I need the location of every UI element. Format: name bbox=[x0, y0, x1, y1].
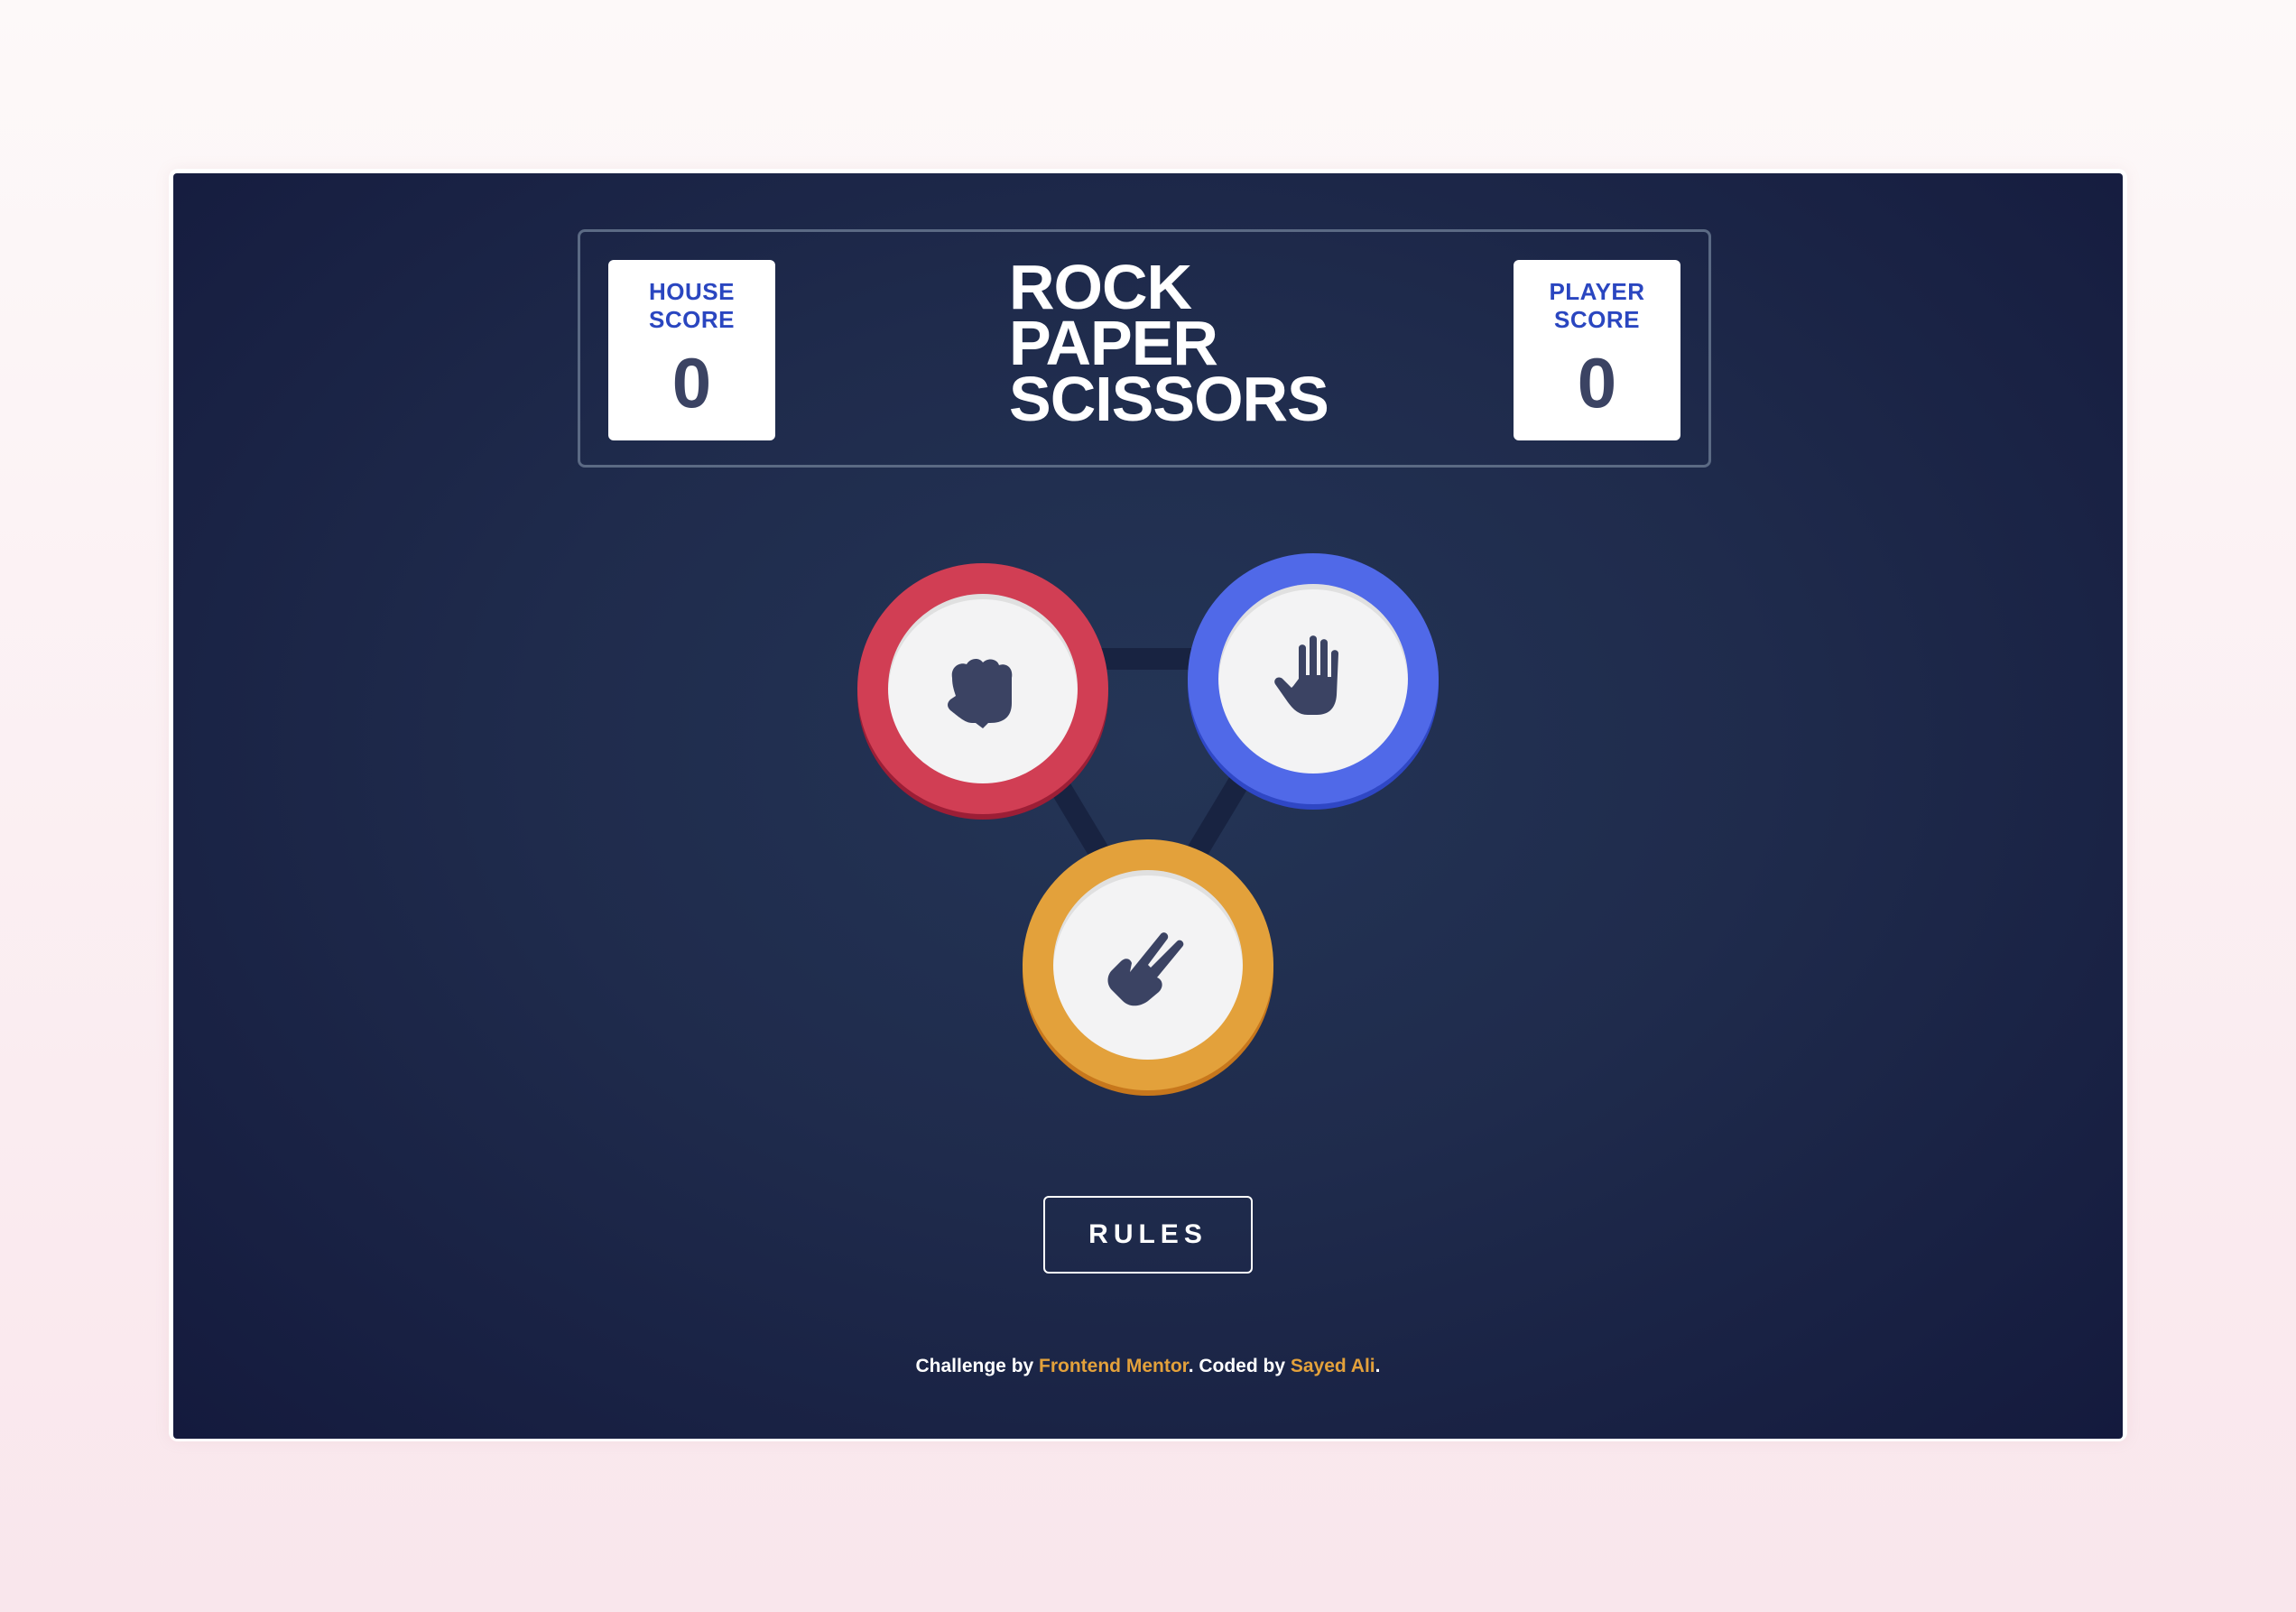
paper-choice-button[interactable] bbox=[1188, 553, 1439, 804]
paper-hand-icon bbox=[1274, 635, 1338, 715]
rock-choice-button[interactable] bbox=[857, 563, 1108, 814]
footer-middle: . Coded by bbox=[1188, 1356, 1291, 1376]
author-link[interactable]: Sayed Ali bbox=[1291, 1356, 1375, 1376]
scissors-hand-icon bbox=[1107, 932, 1184, 1006]
paper-choice-inner bbox=[1218, 584, 1408, 774]
scissors-choice-inner bbox=[1053, 870, 1243, 1060]
footer-suffix: . bbox=[1375, 1356, 1381, 1376]
rock-fist-icon bbox=[948, 659, 1013, 728]
scissors-choice-button[interactable] bbox=[1023, 839, 1273, 1090]
rock-choice-inner bbox=[888, 594, 1078, 783]
footer-prefix: Challenge by bbox=[915, 1356, 1040, 1376]
attribution-footer: Challenge by Frontend Mentor. Coded by S… bbox=[173, 1356, 2123, 1377]
rules-button[interactable]: RULES bbox=[1043, 1196, 1253, 1274]
frontend-mentor-link[interactable]: Frontend Mentor bbox=[1039, 1356, 1189, 1376]
game-screen: HOUSE SCORE 0 ROCK PAPER SCISSORS PLAYER… bbox=[173, 173, 2123, 1439]
